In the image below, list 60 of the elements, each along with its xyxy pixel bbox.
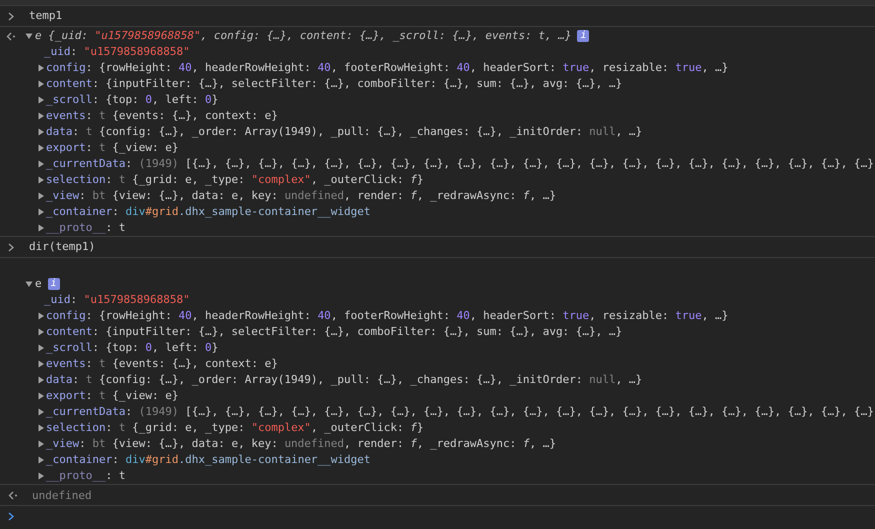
property-entry: export: t {_view: e}	[46, 388, 178, 404]
object-preview: e {_uid: "u1579858968858", config: {…}, content: {…}, _scroll: {…}, events: t, …}	[35, 28, 572, 44]
console-command: dir(temp1)	[29, 239, 96, 255]
property-entry: export: t {_view: e}	[46, 140, 178, 156]
expand-triangle-icon[interactable]	[37, 440, 45, 448]
console-command: temp1	[29, 8, 62, 24]
property-entry: content: {inputFilter: {…}, selectFilter: {…}, comboFilter: {…}, sum: {…}, avg: {…}, …}	[46, 324, 622, 340]
property-entry: selection: t {_grid: e, _type: "complex", _outerClick: f}	[46, 420, 424, 436]
return-arrow-icon	[8, 490, 18, 500]
expand-triangle-icon[interactable]	[37, 96, 45, 104]
property-entry: _container: div#grid.dhx_sample-container__widget	[46, 452, 371, 468]
chevron-icon	[8, 12, 15, 20]
expand-triangle-icon[interactable]	[37, 376, 45, 384]
property-entry: events: t {events: {…}, context: e}	[46, 356, 278, 372]
chevron-icon	[8, 242, 15, 252]
expand-triangle-icon[interactable]	[37, 176, 45, 184]
expand-triangle-icon[interactable]	[37, 312, 45, 320]
expand-triangle-icon[interactable]	[37, 112, 45, 120]
expand-triangle-icon[interactable]	[37, 344, 45, 352]
property-entry: _scroll: {top: 0, left: 0}	[46, 92, 218, 108]
info-badge: i	[48, 278, 60, 290]
expand-triangle-icon[interactable]	[37, 144, 45, 152]
property-entry: events: t {events: {…}, context: e}	[46, 108, 278, 124]
property-entry: _uid: "u1579858968858"	[44, 292, 190, 308]
property-entry: config: {rowHeight: 40, headerRowHeight: 40, footerRowHeight: 40, headerSort: true, resizable: true, …}	[46, 308, 728, 324]
return-arrow-icon	[6, 32, 16, 40]
expand-triangle-icon[interactable]	[37, 408, 45, 416]
expand-triangle-icon[interactable]	[37, 360, 45, 368]
expand-triangle-icon[interactable]	[25, 280, 33, 288]
property-entry: _currentData: (1949) [{…}, {…}, {…}, {…}, {…}, {…}, {…}, {…}, {…}, {…}, {…}, {…}, {…}, {…}, {…}, {…}, {…}, {…}, {…}, {…}, {…}	[46, 404, 874, 420]
info-badge: i	[577, 30, 590, 42]
expand-triangle-icon[interactable]	[37, 192, 45, 200]
return-value: undefined	[32, 488, 92, 502]
expand-triangle-icon[interactable]	[37, 472, 45, 480]
expand-triangle-icon[interactable]	[37, 80, 45, 88]
expand-triangle-icon[interactable]	[37, 160, 45, 168]
property-entry: __proto__: t	[46, 220, 126, 236]
property-entry: _view: bt {view: {…}, data: e, key: undefined, render: f, _redrawAsync: f, …}	[46, 436, 556, 452]
property-entry: _container: div#grid.dhx_sample-container__widget	[46, 204, 371, 220]
expand-triangle-icon[interactable]	[37, 128, 45, 136]
property-entry: config: {rowHeight: 40, headerRowHeight: 40, footerRowHeight: 40, headerSort: true, resizable: true, …}	[46, 60, 728, 76]
property-entry: _uid: "u1579858968858"	[44, 44, 190, 60]
expand-triangle-icon[interactable]	[37, 328, 45, 336]
expand-triangle-icon[interactable]	[37, 424, 45, 432]
property-entry: data: t {config: {…}, _order: Array(1949), _pull: {…}, _changes: {…}, _initOrder: null, …}	[46, 124, 642, 140]
property-entry: content: {inputFilter: {…}, selectFilter: {…}, comboFilter: {…}, sum: {…}, avg: {…}, …}	[46, 76, 622, 92]
expand-triangle-icon[interactable]	[25, 32, 33, 40]
expand-triangle-icon[interactable]	[37, 224, 45, 232]
property-entry: _view: bt {view: {…}, data: e, key: undefined, render: f, _redrawAsync: f, …}	[46, 188, 556, 204]
property-entry: selection: t {_grid: e, _type: "complex", _outerClick: f}	[46, 172, 424, 188]
prompt-chevron-icon	[8, 512, 15, 520]
expand-triangle-icon[interactable]	[37, 208, 45, 216]
property-entry: _scroll: {top: 0, left: 0}	[46, 340, 218, 356]
expand-triangle-icon[interactable]	[37, 456, 45, 464]
expand-triangle-icon[interactable]	[37, 64, 45, 72]
property-entry: __proto__: t	[46, 468, 126, 484]
object-preview: e	[35, 276, 42, 292]
expand-triangle-icon[interactable]	[37, 392, 45, 400]
property-entry: _currentData: (1949) [{…}, {…}, {…}, {…}, {…}, {…}, {…}, {…}, {…}, {…}, {…}, {…}, {…}, {…}, {…}, {…}, {…}, {…}, {…}, {…}, {…}	[46, 156, 874, 172]
property-entry: data: t {config: {…}, _order: Array(1949), _pull: {…}, _changes: {…}, _initOrder: null, …}	[46, 372, 642, 388]
